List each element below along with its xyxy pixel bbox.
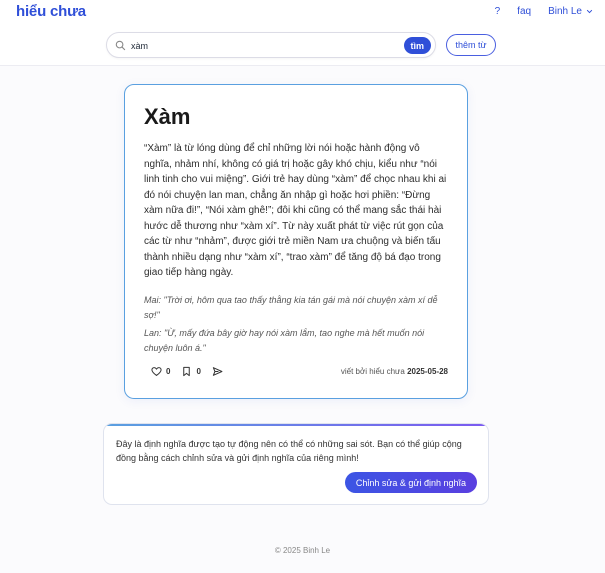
- byline: viết bởi hiểu chưa 2025-05-28: [341, 367, 448, 376]
- faq-link[interactable]: faq: [517, 6, 531, 17]
- like-count: 0: [166, 367, 171, 376]
- search-button[interactable]: tìm: [403, 37, 431, 54]
- footer-copyright: © 2025 Binh Le: [274, 546, 331, 555]
- bookmark-icon: [183, 366, 191, 377]
- top-bar: hiểu chưa ? faq Binh Le tìm thêm từ: [0, 0, 605, 66]
- notice-text: Đây là định nghĩa được tạo tự động nên c…: [116, 439, 462, 463]
- help-link[interactable]: ?: [495, 6, 501, 17]
- top-nav: ? faq Binh Le: [495, 6, 593, 17]
- search-bar: tìm: [106, 32, 436, 58]
- user-name: Binh Le: [548, 6, 582, 17]
- notice-accent-bar: [104, 424, 488, 426]
- auto-generated-notice: Đây là định nghĩa được tạo tự động nên c…: [103, 423, 489, 505]
- action-bar: 0 0: [151, 366, 223, 377]
- definition-card: Xàm “Xàm” là từ lóng dùng để chỉ những l…: [124, 84, 468, 399]
- like-button[interactable]: 0: [151, 366, 170, 377]
- send-icon: [212, 367, 223, 376]
- definition-text: “Xàm” là từ lóng dùng để chỉ những lời n…: [144, 143, 447, 278]
- example-sentence: Lan: "Ừ, mấy đứa bây giờ hay nói xàm lắm…: [144, 328, 425, 353]
- author: viết bởi hiểu chưa: [340, 367, 405, 376]
- bookmark-button[interactable]: 0: [181, 366, 201, 377]
- edit-submit-button[interactable]: Chỉnh sửa & gửi định nghĩa: [344, 472, 477, 493]
- example-sentence: Mai: "Trời ơi, hôm qua tao thấy thằng ki…: [144, 295, 438, 320]
- user-menu[interactable]: Binh Le: [548, 6, 593, 17]
- heart-icon: [151, 367, 162, 377]
- logo[interactable]: hiểu chưa: [16, 3, 86, 20]
- add-word-button[interactable]: thêm từ: [446, 34, 496, 56]
- post-date: 2025-05-28: [407, 367, 448, 376]
- share-button[interactable]: [212, 366, 223, 377]
- search-input[interactable]: [131, 37, 401, 54]
- chevron-down-icon: [586, 9, 593, 14]
- word-title: Xàm: [144, 104, 191, 129]
- search-icon: [115, 40, 126, 51]
- bookmark-count: 0: [196, 367, 201, 376]
